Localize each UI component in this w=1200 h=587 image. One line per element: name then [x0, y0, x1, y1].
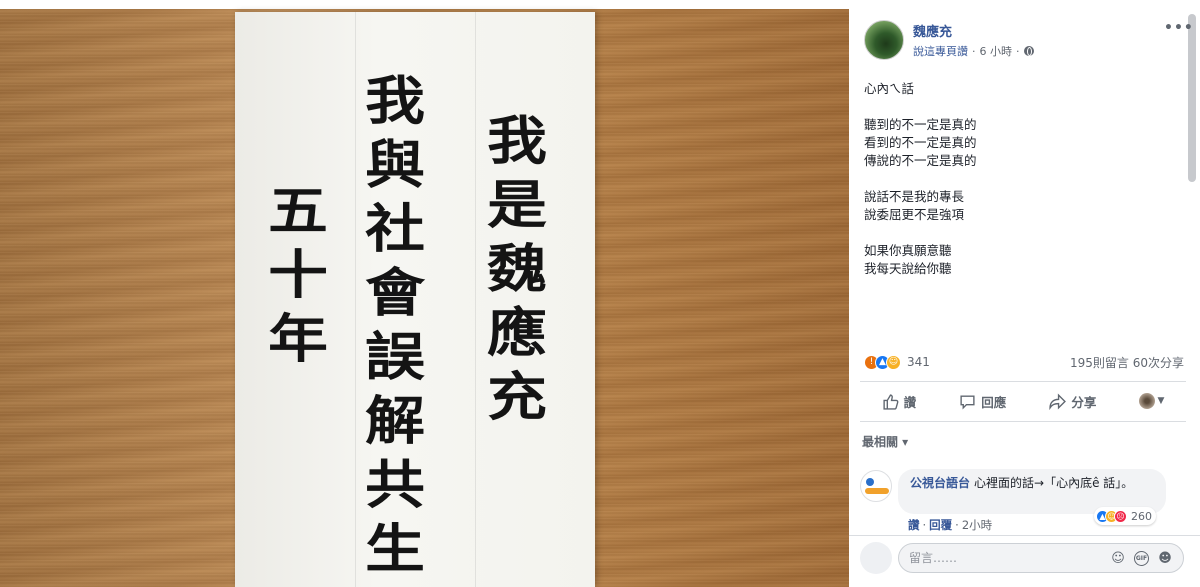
post-line: 說委屈更不是強項 — [864, 207, 965, 222]
post-paragraph: 說話不是我的專長 說委屈更不是強項 — [864, 188, 1184, 224]
post-paragraph: 如果你真願意聽 我每天說給你聽 — [864, 242, 1184, 278]
post-line: 心內ㄟ話 — [864, 81, 915, 96]
comment-reaction-count: 260 — [1131, 509, 1152, 523]
commenter-avatar[interactable] — [860, 470, 892, 502]
calligraphy-column-middle: 我 與 社 會 誤 解 共 生 — [355, 70, 435, 582]
calligraphy-char: 我 — [487, 111, 547, 172]
sad-reaction-icon: ☹ — [1114, 509, 1127, 523]
calligraphy-char: 誤 — [365, 327, 425, 388]
gif-icon[interactable]: GIF — [1134, 550, 1149, 566]
logo-dot — [866, 478, 874, 486]
comment-actions: 讚 · 回覆 · 2小時 — [908, 517, 992, 533]
like-label: 讚 — [903, 394, 917, 410]
post-line: 如果你真願意聽 — [864, 243, 952, 258]
calligraphy-column-left: 五 十 年 — [263, 180, 333, 372]
calligraphy-char: 生 — [365, 519, 425, 580]
calligraphy-char: 充 — [487, 367, 547, 428]
reactions-summary: ! ▲ ☺ 341 195則留言 60次分享 — [864, 353, 1184, 371]
comment-reactions[interactable]: ▲ ☺ ☹ 260 — [1094, 507, 1156, 525]
comment-like-link[interactable]: 讚 — [908, 518, 920, 532]
composer-avatar — [860, 542, 892, 574]
post-action-bar: 讚 回應 分享 ▼ — [860, 388, 1186, 414]
calligraphy-column-right: 我 是 魏 應 充 — [477, 110, 557, 430]
meta-separator: · — [1016, 44, 1020, 58]
comment-text: 心裡面的話→「心內底ê 話」。 — [974, 476, 1134, 490]
sticker-icon[interactable]: ☻ — [1157, 550, 1173, 566]
calligraphy-char: 年 — [268, 309, 328, 370]
calligraphy-paper: 我 是 魏 應 充 我 與 社 會 誤 解 共 生 五 十 年 — [235, 12, 595, 587]
comment-sort-dropdown[interactable]: 最相關 ▾ — [862, 433, 908, 450]
author-name[interactable]: 魏應充 — [913, 21, 952, 40]
identity-avatar — [1139, 393, 1156, 409]
reaction-identity-picker[interactable]: ▼ — [1139, 393, 1164, 409]
haha-reaction-icon: ☺ — [886, 354, 901, 370]
post-line: 聽到的不一定是真的 — [864, 117, 977, 132]
meta-separator: · — [955, 518, 959, 532]
comment-share-count[interactable]: 195則留言 60次分享 — [1070, 354, 1184, 371]
comment-icon — [960, 394, 975, 410]
logo-bar — [865, 488, 889, 494]
share-button[interactable]: 分享 — [1049, 392, 1096, 411]
comment-input[interactable] — [909, 551, 1102, 565]
calligraphy-char: 會 — [365, 263, 425, 324]
post-line: 看到的不一定是真的 — [864, 135, 977, 150]
comment-time[interactable]: 2小時 — [962, 518, 992, 532]
caret-down-icon: ▼ — [1157, 396, 1165, 406]
share-label: 分享 — [1071, 394, 1097, 410]
comment-button[interactable]: 回應 — [959, 392, 1006, 411]
calligraphy-char: 我 — [365, 71, 425, 132]
post-line: 說話不是我的專長 — [864, 189, 965, 204]
calligraphy-char: 是 — [487, 175, 547, 236]
calligraphy-char: 共 — [365, 455, 425, 516]
calligraphy-char: 應 — [487, 303, 547, 364]
page-name[interactable]: 說這專頁讚 — [913, 43, 968, 59]
calligraphy-char: 五 — [268, 181, 328, 242]
post-paragraph: 心內ㄟ話 — [864, 80, 1184, 98]
author-avatar[interactable] — [864, 20, 904, 60]
post-paragraph: 聽到的不一定是真的 看到的不一定是真的 傳說的不一定是真的 — [864, 116, 1184, 170]
meta-separator: · — [922, 518, 927, 532]
post-time[interactable]: 6 小時 — [980, 43, 1013, 59]
like-button[interactable]: 讚 — [882, 392, 917, 411]
calligraphy-char: 社 — [365, 199, 425, 260]
divider — [860, 381, 1186, 382]
thumbs-up-icon — [882, 393, 898, 410]
divider — [860, 421, 1186, 422]
scrollbar[interactable] — [1188, 14, 1196, 182]
panel-top-border — [849, 0, 1200, 9]
calligraphy-char: 解 — [365, 391, 425, 452]
paper-fold — [475, 12, 476, 587]
emoji-icon[interactable]: ☺ — [1110, 550, 1126, 566]
calligraphy-char: 十 — [268, 245, 328, 306]
meta-separator: · — [972, 44, 976, 58]
reaction-count[interactable]: 341 — [907, 355, 930, 369]
calligraphy-char: 魏 — [487, 239, 547, 300]
more-options-button[interactable]: ••• — [1164, 20, 1194, 36]
divider — [849, 535, 1200, 536]
commenter-name[interactable]: 公視台語台 — [910, 476, 970, 490]
photo-top-border — [0, 0, 849, 9]
post-line: 我每天說給你聽 — [864, 261, 952, 276]
globe-icon — [1023, 46, 1034, 56]
comment-reply-link[interactable]: 回覆 — [929, 518, 952, 532]
post-meta: 說這專頁讚 · 6 小時 · — [913, 43, 1034, 59]
post-text: 心內ㄟ話 聽到的不一定是真的 看到的不一定是真的 傳說的不一定是真的 說話不是我… — [864, 80, 1184, 296]
post-line: 傳說的不一定是真的 — [864, 153, 977, 168]
post-photo[interactable]: 我 是 魏 應 充 我 與 社 會 誤 解 共 生 五 十 年 — [0, 0, 849, 587]
share-icon — [1049, 392, 1067, 410]
comment-label: 回應 — [981, 394, 1007, 410]
calligraphy-char: 與 — [365, 135, 425, 196]
comment-composer: ☺ GIF ☻ — [898, 543, 1184, 573]
